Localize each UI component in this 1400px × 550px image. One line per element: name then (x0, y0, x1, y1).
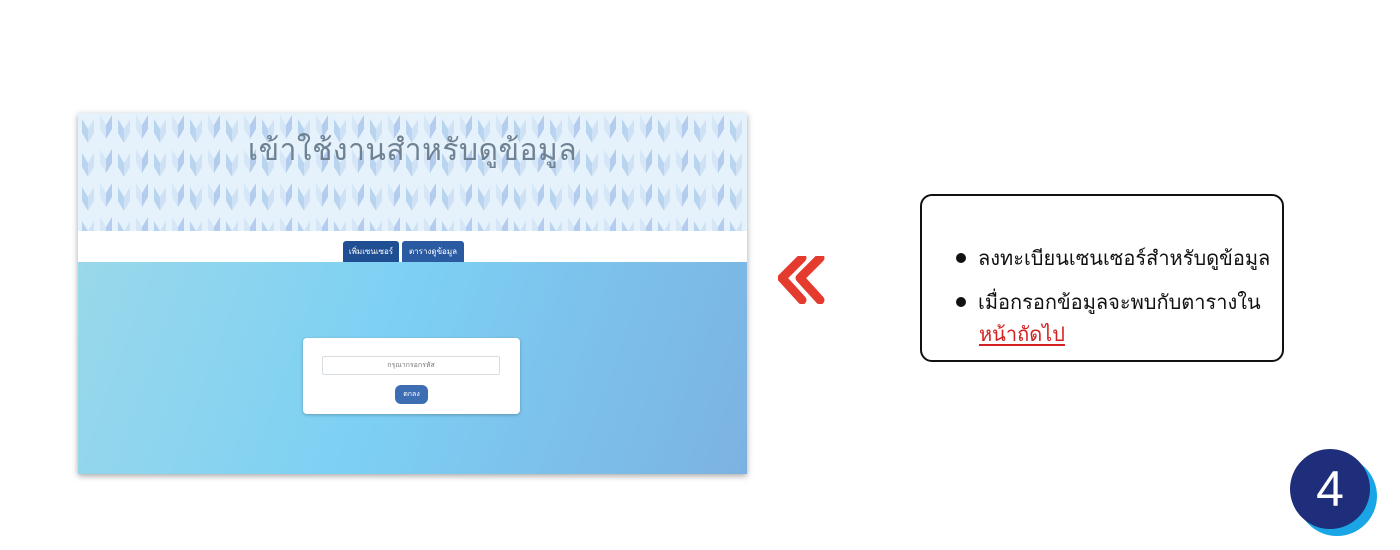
header-banner: เข้าใช้งานสำหรับดูข้อมูล (78, 113, 747, 231)
instructions-box: ลงทะเบียนเซนเซอร์สำหรับดูข้อมูล เมื่อกรอ… (920, 194, 1284, 362)
content-area: กรุณากรอกรหัส ตกลง (78, 262, 747, 474)
instruction-text: ลงทะเบียนเซนเซอร์สำหรับดูข้อมูล (978, 246, 1271, 270)
submit-button[interactable]: ตกลง (395, 385, 428, 404)
bullet-icon (956, 252, 966, 263)
next-page-link[interactable]: หน้าถัดไป (979, 318, 1065, 350)
bullet-icon (956, 296, 966, 307)
login-card: กรุณากรอกรหัส ตกลง (303, 338, 520, 414)
page-title: เข้าใช้งานสำหรับดูข้อมูล (247, 133, 578, 168)
tab-data-table[interactable]: ตารางดูข้อมูล (402, 241, 464, 262)
step-number-badge: 4 (1290, 449, 1370, 529)
instruction-item: เมื่อกรอกข้อมูลจะพบกับตารางใน (956, 286, 1261, 318)
login-screenshot: เข้าใช้งานสำหรับดูข้อมูล เพิ่มเซนเซอร์ ต… (78, 113, 747, 474)
tab-bar: เพิ่มเซนเซอร์ ตารางดูข้อมูล (78, 231, 747, 262)
instruction-item: ลงทะเบียนเซนเซอร์สำหรับดูข้อมูล (956, 242, 1270, 274)
code-input[interactable]: กรุณากรอกรหัส (322, 356, 500, 375)
double-chevron-left-icon (778, 256, 825, 304)
tab-add-sensor[interactable]: เพิ่มเซนเซอร์ (343, 241, 399, 262)
instruction-text: เมื่อกรอกข้อมูลจะพบกับตารางใน (978, 290, 1261, 314)
